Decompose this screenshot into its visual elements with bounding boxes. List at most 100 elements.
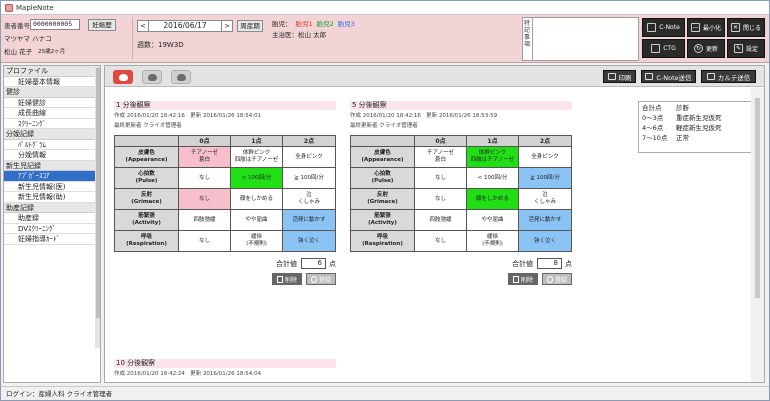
score-cell[interactable]: チアノーゼ 蒼白: [414, 146, 467, 168]
criterion-name: 反射: [376, 192, 388, 198]
sidebar-item[interactable]: ｽｸﾘｰﾆﾝｸﾞ: [4, 119, 100, 129]
score-cell[interactable]: なし: [414, 230, 467, 252]
criterion-name: 心拍数: [374, 171, 391, 177]
fetus-1-label[interactable]: 胎児1: [296, 18, 313, 28]
score-cell[interactable]: 緩徐 (不規則): [230, 230, 283, 252]
sidebar-scrollbar[interactable]: [95, 68, 100, 348]
register-button[interactable]: 登録: [541, 273, 572, 285]
cnote-send-button[interactable]: C-Note送信: [641, 70, 696, 83]
minimize-button[interactable]: — 最小化: [687, 18, 725, 37]
score-cell[interactable]: 泣くしゃみ: [518, 188, 572, 210]
perinatal-button[interactable]: 周産期: [237, 20, 263, 32]
sidebar-nav: プロファイル 妊婦基本情報 健診 妊婦健診 成長曲線 ｽｸﾘｰﾆﾝｸﾞ 分娩記録 ﾊﾟﾙﾄｸﾞ…: [3, 65, 101, 383]
score-cell[interactable]: なし: [414, 188, 467, 210]
score-cell[interactable]: 体幹ピンク 四肢はチアノーゼ: [466, 146, 519, 168]
score-cell[interactable]: やや屈曲: [230, 209, 283, 231]
score-cell[interactable]: 四肢弛緩: [414, 209, 467, 231]
table-row: 呼吸 (Respiration) なし 緩徐 (不規則) 強く泣く: [350, 230, 572, 252]
close-button[interactable]: ✕ 閉じる: [727, 18, 765, 37]
panel-scrollbar[interactable]: [751, 88, 764, 382]
settings-button[interactable]: ✎ 設定: [727, 39, 765, 58]
prev-date-button[interactable]: <: [137, 20, 149, 32]
panel-scroll-thumb[interactable]: [755, 98, 760, 298]
total-label: 合計値: [276, 259, 297, 268]
score-cell[interactable]: 四肢弛緩: [178, 209, 231, 231]
sidebar-item[interactable]: 妊婦指導ｶｰﾄﾞ: [4, 234, 100, 245]
mode-button-2[interactable]: [142, 70, 162, 84]
sidebar-item[interactable]: ﾊﾟﾙﾄｸﾞﾗﾑ: [4, 140, 100, 150]
score-cell[interactable]: ≧ 100回/分: [518, 167, 572, 189]
close-icon: ✕: [730, 23, 740, 32]
score-cell-text: 緩徐: [250, 234, 262, 240]
legend-range: 4〜6点: [642, 124, 664, 132]
score-cell[interactable]: < 100回/分: [230, 167, 283, 189]
karte-send-button[interactable]: カルテ送信: [701, 70, 756, 83]
mode-button-active[interactable]: [113, 70, 133, 84]
legend-range: 0〜3点: [642, 114, 664, 122]
score-cell[interactable]: 体幹ピンク 四肢はチアノーゼ: [230, 146, 283, 168]
sidebar-item[interactable]: 妊婦基本情報: [4, 77, 100, 87]
date-field[interactable]: 2016/06/17: [149, 20, 221, 32]
score-cell-text: くしゃみ: [297, 199, 320, 205]
score-cell[interactable]: 強く泣く: [282, 230, 336, 252]
score-cell[interactable]: 活発に動かす: [518, 209, 572, 231]
special-notes-field[interactable]: [533, 18, 638, 60]
score-cell-text: 泣: [542, 192, 548, 198]
score-cell[interactable]: 顔をしかめる: [466, 188, 519, 210]
score-cell[interactable]: 全身ピンク: [518, 146, 572, 168]
table-row: 心拍数 (Pulse) なし < 100回/分 ≧ 100回/分: [114, 167, 336, 189]
fetus-3-label[interactable]: 胎児3: [338, 18, 355, 28]
score-cell-text: なし: [434, 195, 446, 202]
score-cell[interactable]: 顔をしかめる: [230, 188, 283, 210]
score-cell[interactable]: 活発に動かす: [282, 209, 336, 231]
score-cell-text: 四肢弛緩: [429, 216, 452, 223]
fetus-2-label[interactable]: 胎児2: [317, 18, 334, 28]
sidebar-item[interactable]: 分娩情報: [4, 150, 100, 161]
score-cell[interactable]: チアノーゼ 蒼白: [178, 146, 231, 168]
score-cell[interactable]: 泣くしゃみ: [282, 188, 336, 210]
score-cell[interactable]: 全身ピンク: [282, 146, 336, 168]
mode-button-3[interactable]: [171, 70, 191, 84]
sidebar-item[interactable]: 新生児情報(医): [4, 182, 100, 192]
sidebar-item[interactable]: ｱﾌﾟｶﾞｰｽｺｱ: [4, 171, 100, 182]
score-cell[interactable]: 緩徐 (不規則): [466, 230, 519, 252]
sidebar-item[interactable]: 新生児情報(助): [4, 192, 100, 203]
sidebar-item[interactable]: 妊婦健診: [4, 98, 100, 108]
criterion-name: 反射: [140, 192, 152, 198]
legend-range: 7〜10点: [642, 134, 668, 142]
sidebar-item[interactable]: 助産録: [4, 213, 100, 224]
score-cell[interactable]: なし: [178, 188, 231, 210]
cnote-button[interactable]: C-Note: [642, 18, 685, 37]
score-cell[interactable]: ≧ 100回/分: [282, 167, 336, 189]
score-cell[interactable]: < 100回/分: [466, 167, 519, 189]
score-cell[interactable]: なし: [178, 167, 231, 189]
patient-id-field[interactable]: 0000000005: [30, 19, 80, 30]
score-cell-text: 体幹ピンク: [478, 150, 507, 156]
fetus-info: 胎児： 胎児1 胎児2 胎児3 主治医： 松山 太郎: [272, 17, 522, 59]
score-cell[interactable]: なし: [178, 230, 231, 252]
score-cell[interactable]: やや屈曲: [466, 209, 519, 231]
table-row: 筋緊張 (Activity) 四肢弛緩 やや屈曲 活発に動かす: [114, 209, 336, 231]
next-date-button[interactable]: >: [221, 20, 233, 32]
save-icon: [310, 275, 317, 283]
criterion-name: 心拍数: [138, 171, 155, 177]
score-cell-text: なし: [434, 237, 446, 244]
delete-button[interactable]: 削除: [271, 273, 302, 285]
print-button[interactable]: 印刷: [603, 70, 636, 83]
criterion-english: (Respiration): [362, 241, 403, 247]
update-button[interactable]: ↻ 更新: [687, 39, 725, 58]
score-cell[interactable]: なし: [414, 167, 467, 189]
score-cell[interactable]: 強く泣く: [518, 230, 572, 252]
register-button[interactable]: 登録: [305, 273, 336, 285]
app-title: MapleNote: [16, 3, 54, 12]
ctg-button[interactable]: CTG: [642, 39, 685, 58]
delete-label: 削除: [284, 276, 297, 284]
score-cell-text: 蒼白: [198, 157, 210, 163]
delete-button[interactable]: 削除: [507, 273, 538, 285]
table-corner: [114, 135, 179, 147]
pregnancy-history-button[interactable]: 妊娠歴: [88, 18, 116, 31]
sidebar-scroll-thumb[interactable]: [96, 68, 100, 318]
sidebar-item[interactable]: DVｽｸﾘｰﾆﾝｸﾞ: [4, 224, 100, 234]
sidebar-item[interactable]: 成長曲線: [4, 108, 100, 119]
sidebar-category: 助産記録: [4, 202, 100, 213]
